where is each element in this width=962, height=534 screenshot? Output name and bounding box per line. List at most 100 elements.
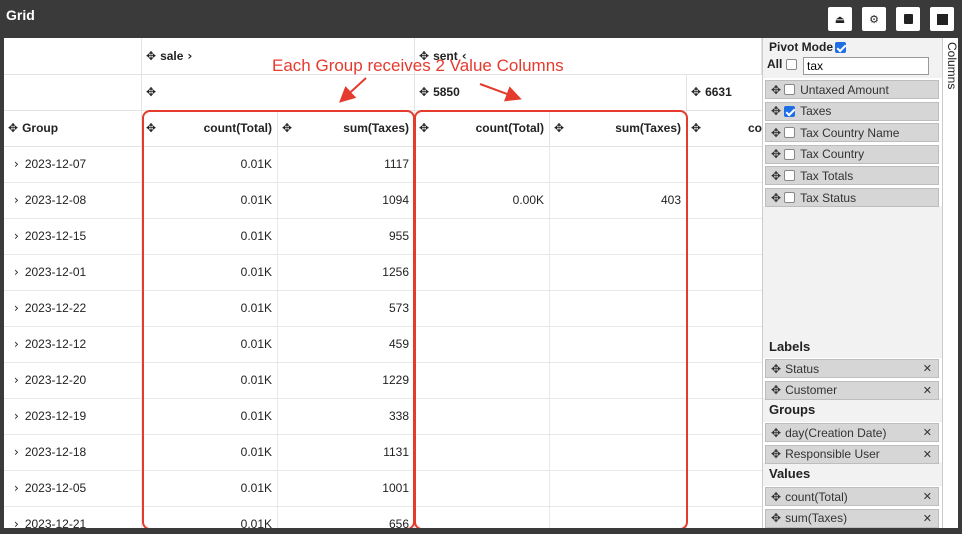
move-icon[interactable]: ✥ bbox=[771, 447, 781, 461]
group-cell: › 2023-12-15 bbox=[4, 218, 142, 254]
pill-label: Customer bbox=[785, 383, 838, 397]
group-cell: › 2023-12-05 bbox=[4, 470, 142, 506]
expand-chevron-icon[interactable]: › bbox=[14, 517, 19, 528]
move-icon[interactable]: ✥ bbox=[771, 511, 781, 525]
move-icon[interactable]: ✥ bbox=[8, 121, 18, 135]
column-subgroup-label: 6631 bbox=[705, 85, 732, 99]
label-pill[interactable]: ✥ Status ✕ bbox=[765, 359, 939, 378]
move-icon[interactable]: ✥ bbox=[771, 104, 781, 118]
header-row-2: ✥ ✥ 5850 ✥ 6631 bbox=[4, 74, 762, 111]
label-pill[interactable]: ✥ Customer ✕ bbox=[765, 380, 939, 400]
column-list-item[interactable]: ✥ Tax Country bbox=[765, 144, 939, 164]
move-icon[interactable]: ✥ bbox=[691, 85, 701, 99]
group-value: 2023-12-07 bbox=[24, 157, 87, 171]
remove-icon[interactable]: ✕ bbox=[923, 512, 932, 525]
groups-drop-zone[interactable]: ✥ day(Creation Date) ✕ ✥ Responsible User ✕ bbox=[763, 422, 942, 464]
move-icon[interactable]: ✥ bbox=[146, 85, 156, 99]
copy-button[interactable] bbox=[896, 7, 920, 31]
group-cell: › 2023-12-19 bbox=[4, 398, 142, 434]
tool-panel: Pivot Mode All ✥ Untaxed Amount ✥ Taxes ✥ Tax… bbox=[762, 38, 942, 528]
select-all[interactable]: All bbox=[767, 57, 798, 71]
column-checkbox[interactable] bbox=[784, 192, 796, 203]
pivot-mode-checkbox[interactable] bbox=[835, 41, 847, 53]
move-icon[interactable]: ✥ bbox=[771, 147, 781, 161]
value-pill[interactable]: ✥ sum(Taxes) ✕ bbox=[765, 508, 939, 528]
group-column-label: Group bbox=[22, 121, 59, 135]
group-pill[interactable]: ✥ day(Creation Date) ✕ bbox=[765, 423, 939, 442]
move-icon[interactable]: ✥ bbox=[419, 85, 429, 99]
pivot-mode-toggle[interactable]: Pivot Mode bbox=[769, 40, 847, 54]
group-value: 2023-12-20 bbox=[24, 373, 87, 387]
move-icon[interactable]: ✥ bbox=[771, 191, 781, 205]
value-cell bbox=[687, 362, 762, 398]
settings-button[interactable]: ⚙ bbox=[862, 7, 886, 31]
remove-icon[interactable]: ✕ bbox=[923, 490, 932, 503]
move-icon[interactable]: ✥ bbox=[771, 83, 781, 97]
group-cell: › 2023-12-21 bbox=[4, 506, 142, 528]
archive-button[interactable] bbox=[930, 7, 954, 31]
pill-label: Status bbox=[785, 361, 820, 376]
move-icon[interactable]: ✥ bbox=[691, 121, 701, 135]
remove-icon[interactable]: ✕ bbox=[923, 426, 932, 439]
remove-icon[interactable]: ✕ bbox=[923, 362, 932, 375]
group-pill[interactable]: ✥ Responsible User ✕ bbox=[765, 444, 939, 464]
app-window: Grid ⏏ ⚙ ✥ sale › ✥ sent ‹ ✥ ✥ 5850 ✥ 66… bbox=[0, 0, 962, 534]
value-pill[interactable]: ✥ count(Total) ✕ bbox=[765, 487, 939, 506]
column-list-item[interactable]: ✥ Tax Status bbox=[765, 188, 939, 207]
expand-chevron-icon[interactable]: › bbox=[14, 445, 19, 459]
column-list-item[interactable]: ✥ Tax Country Name bbox=[765, 123, 939, 143]
expand-chevron-icon[interactable]: › bbox=[14, 373, 19, 387]
columns-side-tab[interactable]: Columns bbox=[942, 38, 958, 528]
remove-icon[interactable]: ✕ bbox=[923, 448, 932, 461]
expand-chevron-icon[interactable]: › bbox=[14, 337, 19, 351]
expand-chevron-icon[interactable]: › bbox=[14, 481, 19, 495]
group-value: 2023-12-19 bbox=[24, 409, 87, 423]
value-column-header[interactable]: ✥ co bbox=[687, 110, 762, 146]
column-list-item[interactable]: ✥ Tax Totals bbox=[765, 166, 939, 186]
column-subgroup-header-5850[interactable]: ✥ 5850 bbox=[415, 74, 687, 110]
select-all-label: All bbox=[767, 57, 783, 71]
column-search-input[interactable] bbox=[803, 57, 929, 75]
expand-chevron-icon[interactable]: › bbox=[14, 409, 19, 423]
column-checkbox[interactable] bbox=[784, 84, 796, 95]
column-list-item[interactable]: ✥ Taxes bbox=[765, 101, 939, 121]
pill-label: Responsible User bbox=[785, 447, 880, 461]
export-button[interactable]: ⏏ bbox=[828, 7, 852, 31]
column-subgroup-header[interactable]: ✥ bbox=[142, 74, 415, 110]
move-icon[interactable]: ✥ bbox=[771, 362, 781, 376]
column-group-label: sale bbox=[160, 49, 184, 63]
move-icon[interactable]: ✥ bbox=[771, 490, 781, 504]
chevron-right-icon[interactable]: › bbox=[187, 49, 192, 63]
column-checkbox[interactable] bbox=[784, 148, 796, 160]
move-icon[interactable]: ✥ bbox=[771, 169, 781, 183]
labels-drop-zone[interactable]: ✥ Status ✕ ✥ Customer ✕ bbox=[763, 358, 942, 400]
values-section-title: Values bbox=[769, 466, 811, 481]
group-column-header[interactable]: ✥ Group bbox=[4, 110, 142, 146]
move-icon[interactable]: ✥ bbox=[771, 126, 781, 140]
expand-chevron-icon[interactable]: › bbox=[14, 157, 19, 171]
settings-icon: ⚙ bbox=[869, 12, 879, 26]
pill-label: sum(Taxes) bbox=[785, 511, 848, 525]
expand-chevron-icon[interactable]: › bbox=[14, 193, 19, 207]
copy-icon bbox=[903, 14, 913, 24]
move-icon[interactable]: ✥ bbox=[771, 383, 781, 397]
column-checkbox[interactable] bbox=[784, 127, 796, 139]
values-drop-zone[interactable]: ✥ count(Total) ✕ ✥ sum(Taxes) ✕ bbox=[763, 486, 942, 528]
expand-chevron-icon[interactable]: › bbox=[14, 229, 19, 243]
column-label: Tax Totals bbox=[800, 168, 854, 183]
move-icon[interactable]: ✥ bbox=[146, 49, 156, 63]
labels-section-title: Labels bbox=[769, 339, 811, 354]
column-checkbox[interactable] bbox=[784, 105, 796, 117]
expand-chevron-icon[interactable]: › bbox=[14, 301, 19, 315]
column-label: Tax Country bbox=[800, 147, 865, 162]
column-list-item[interactable]: ✥ Untaxed Amount bbox=[765, 80, 939, 99]
remove-icon[interactable]: ✕ bbox=[923, 384, 932, 397]
column-checkbox[interactable] bbox=[784, 170, 796, 182]
expand-chevron-icon[interactable]: › bbox=[14, 265, 19, 279]
move-icon[interactable]: ✥ bbox=[771, 426, 781, 440]
column-label: Taxes bbox=[800, 104, 832, 119]
column-subgroup-header-6631[interactable]: ✥ 6631 bbox=[687, 74, 762, 110]
select-all-checkbox[interactable] bbox=[786, 58, 798, 70]
group-cell: › 2023-12-20 bbox=[4, 362, 142, 398]
group-cell: › 2023-12-08 bbox=[4, 182, 142, 218]
